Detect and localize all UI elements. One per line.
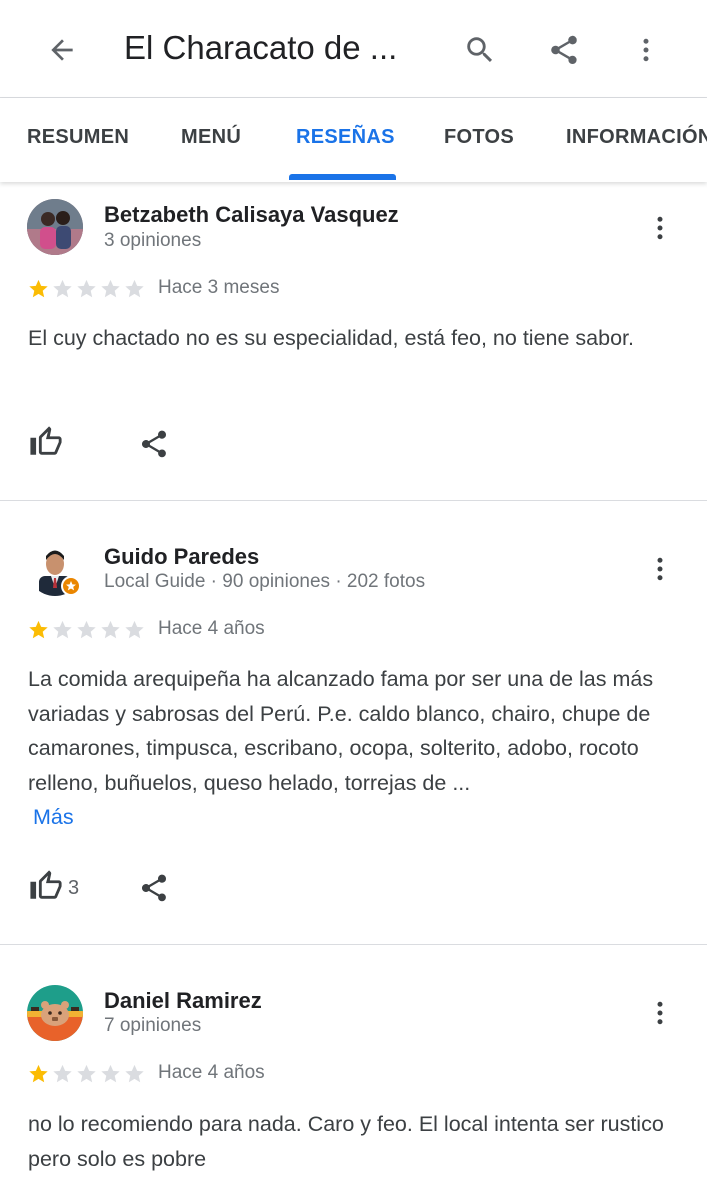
star-empty-icon (125, 279, 144, 298)
star-filled-icon (29, 620, 48, 639)
review-text-body: La comida arequipeña ha alcanzado fama p… (28, 667, 654, 795)
tab-fotos[interactable]: FOTOS (444, 126, 514, 149)
back-arrow-icon (51, 39, 73, 61)
more-vert-icon (643, 38, 649, 62)
review-text: La comida arequipeña ha alcanzado fama p… (28, 662, 688, 835)
star-empty-icon (77, 1064, 96, 1083)
search-button[interactable] (456, 26, 504, 74)
star-empty-icon (101, 620, 120, 639)
reviewer-name[interactable]: Guido Paredes (104, 544, 259, 570)
thumb-up-icon (30, 426, 62, 455)
tab-menu[interactable]: MENÚ (181, 126, 241, 149)
review-more-button[interactable] (636, 545, 684, 593)
more-vert-icon (657, 216, 663, 240)
review-text-body: no lo recomiendo para nada. Caro y feo. … (28, 1112, 664, 1171)
star-rating (27, 619, 146, 641)
review-date: Hace 3 meses (158, 277, 280, 298)
reviewer-meta: 7 opiniones (104, 1015, 202, 1036)
star-rating (27, 278, 146, 300)
search-icon (467, 37, 493, 63)
more-vert-icon (657, 557, 663, 581)
avatar[interactable] (27, 199, 83, 255)
read-more-link[interactable]: Más (28, 805, 74, 829)
review-text: El cuy chactado no es su especialidad, e… (28, 321, 688, 356)
review-more-button[interactable] (636, 989, 684, 1037)
review-share-button[interactable] (134, 868, 174, 908)
star-filled-icon (29, 1064, 48, 1083)
review-more-button[interactable] (636, 204, 684, 252)
review-date: Hace 4 años (158, 1062, 265, 1083)
tab-resumen[interactable]: RESUMEN (27, 126, 129, 149)
review-divider (0, 500, 707, 501)
star-rating (27, 1063, 146, 1085)
tab-informacion[interactable]: INFORMACIÓN (566, 126, 707, 149)
more-vert-icon (657, 1001, 663, 1025)
share-icon (141, 874, 167, 902)
app-bar: El Characato de ... (0, 0, 707, 98)
like-button[interactable] (26, 422, 66, 462)
place-title: El Characato de ... (124, 29, 398, 66)
share-icon (551, 35, 577, 65)
tab-resenas[interactable]: RESEÑAS (296, 126, 395, 149)
star-filled-icon (29, 279, 48, 298)
share-icon (141, 430, 167, 458)
star-empty-icon (101, 279, 120, 298)
reviewer-meta: Local Guide · 90 opiniones · 202 fotos (104, 571, 426, 592)
star-empty-icon (77, 279, 96, 298)
review-share-button[interactable] (134, 424, 174, 464)
star-empty-icon (77, 620, 96, 639)
back-button[interactable] (38, 26, 86, 74)
avatar[interactable] (27, 985, 83, 1041)
star-empty-icon (53, 620, 72, 639)
star-empty-icon (53, 1064, 72, 1083)
share-button[interactable] (540, 26, 588, 74)
avatar[interactable] (27, 540, 83, 596)
star-empty-icon (53, 279, 72, 298)
review-text: no lo recomiendo para nada. Caro y feo. … (28, 1107, 688, 1176)
like-count: 3 (68, 877, 80, 899)
thumb-up-icon (30, 870, 62, 899)
review-divider (0, 944, 707, 945)
reviewer-meta: 3 opiniones (104, 230, 202, 251)
review-date: Hace 4 años (158, 618, 265, 639)
like-button[interactable] (26, 866, 66, 906)
active-tab-indicator (289, 174, 396, 180)
tab-bar: RESUMEN MENÚ RESEÑAS FOTOS INFORMACIÓN (0, 98, 707, 182)
more-options-button[interactable] (622, 26, 670, 74)
star-empty-icon (125, 620, 144, 639)
reviewer-name[interactable]: Betzabeth Calisaya Vasquez (104, 202, 399, 228)
reviewer-name[interactable]: Daniel Ramirez (104, 988, 262, 1014)
star-empty-icon (125, 1064, 144, 1083)
star-empty-icon (101, 1064, 120, 1083)
review-text-body: El cuy chactado no es su especialidad, e… (28, 326, 634, 350)
